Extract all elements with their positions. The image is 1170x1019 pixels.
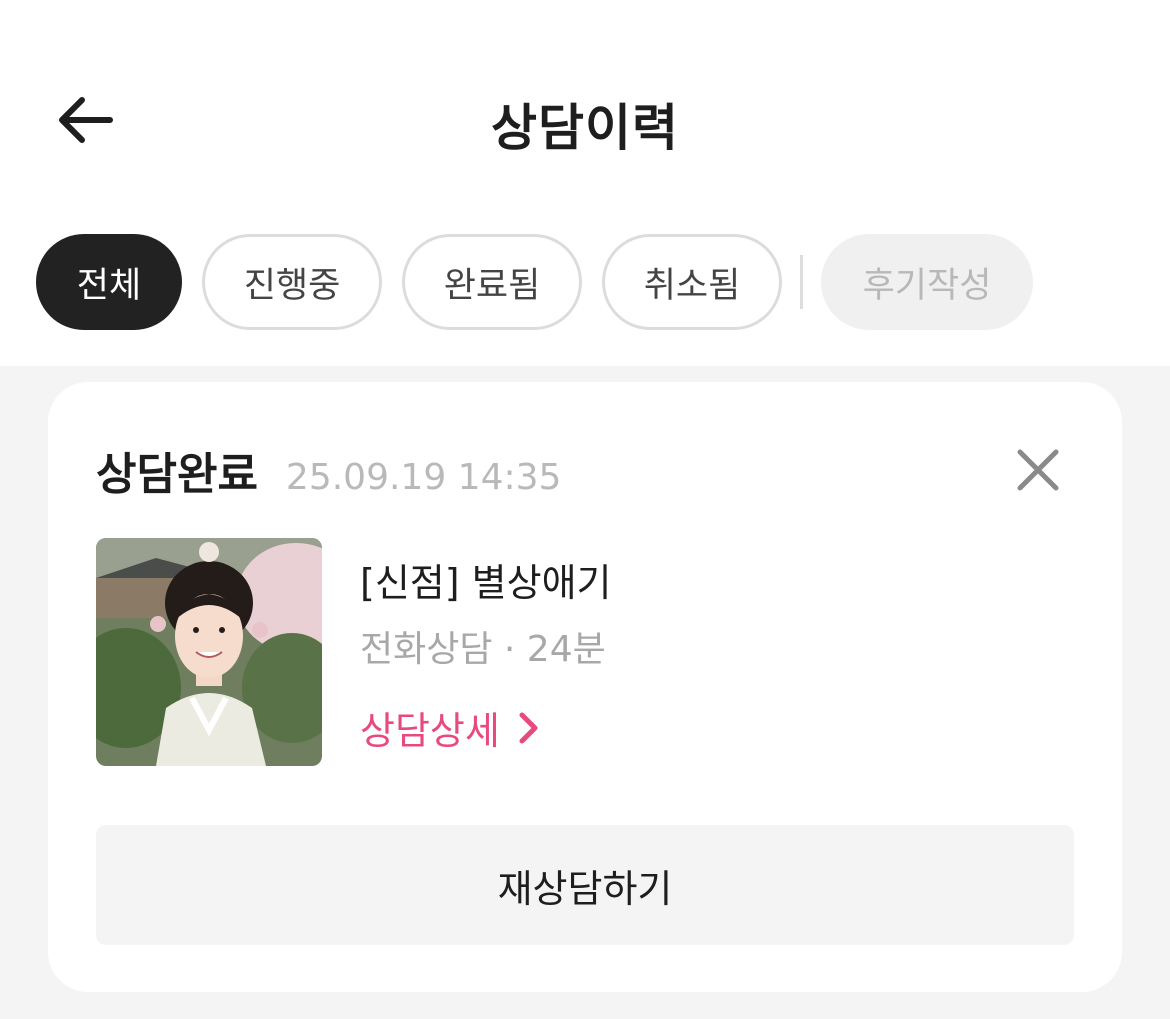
tab-divider <box>800 255 803 309</box>
tab-canceled[interactable]: 취소됨 <box>602 234 782 330</box>
consult-detail-link[interactable]: 상담상세 <box>360 700 540 755</box>
consult-datetime: 25.09.19 14:35 <box>285 457 562 498</box>
tab-write-review[interactable]: 후기작성 <box>821 234 1033 330</box>
header: 상담이력 <box>0 0 1170 230</box>
tab-in-progress[interactable]: 진행중 <box>202 234 382 330</box>
recounsel-button[interactable]: 재상담하기 <box>96 825 1074 945</box>
delete-button[interactable] <box>1012 444 1064 496</box>
consult-info: 전화상담 · 24분 <box>360 629 606 670</box>
close-icon <box>1017 449 1059 491</box>
consult-detail-label: 상담상세 <box>360 709 500 753</box>
counselor-photo <box>96 538 322 766</box>
tab-all[interactable]: 전체 <box>36 234 182 330</box>
chevron-right-icon <box>519 712 538 743</box>
page-title: 상담이력 <box>491 99 679 157</box>
consultation-history-page: 상담이력 전체 진행중 완료됨 취소됨 후기작성 상담완료 25.09.19 1… <box>0 0 1170 1019</box>
counselor-name: [신점] 별상애기 <box>360 561 612 605</box>
history-list: 상담완료 25.09.19 14:35 [신점] 별상애기 전화상담 · 24분… <box>0 366 1170 1019</box>
tab-completed[interactable]: 완료됨 <box>402 234 582 330</box>
status-label: 상담완료 <box>96 449 258 500</box>
filter-tabs: 전체 진행중 완료됨 취소됨 후기작성 <box>36 234 1033 330</box>
card-status-line: 상담완료 25.09.19 14:35 <box>96 438 561 502</box>
history-card: 상담완료 25.09.19 14:35 [신점] 별상애기 전화상담 · 24분… <box>48 382 1122 992</box>
